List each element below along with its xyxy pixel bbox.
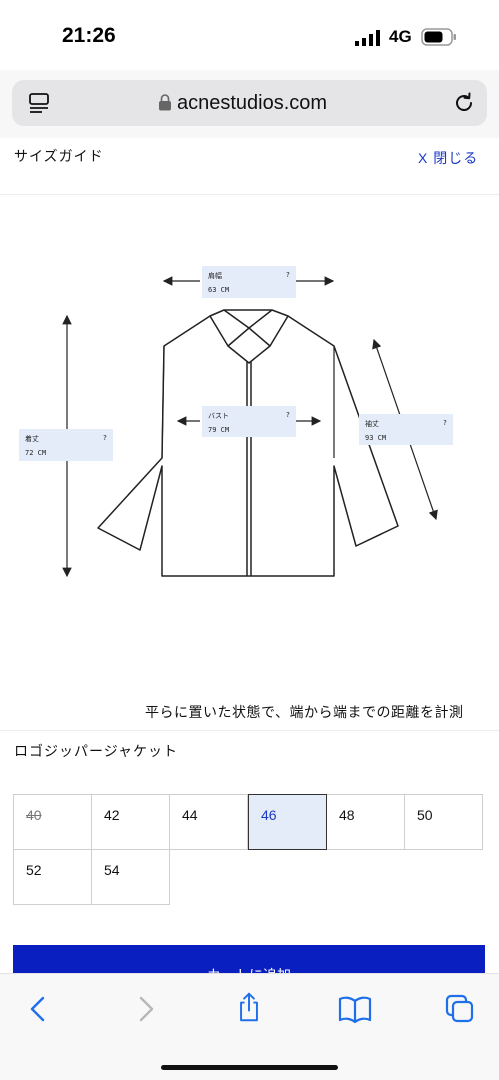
lock-icon — [159, 94, 171, 111]
measurement-caption: 平らに置いた状態で、端から端までの距離を計測 — [145, 704, 464, 720]
size-selector: 40 42 44 46 48 50 52 54 — [13, 794, 484, 906]
size-label: 46 — [261, 807, 277, 823]
tabs-icon[interactable] — [445, 994, 475, 1024]
size-option[interactable]: 48 — [326, 794, 405, 850]
close-button[interactable]: X 閉じる — [418, 148, 478, 168]
product-name: ロゴジッパージャケット — [14, 743, 179, 759]
sleeve-value: 93 CM — [365, 434, 387, 442]
sleeve-label: 袖丈 — [365, 420, 379, 428]
size-label: 48 — [339, 807, 355, 823]
size-label: 42 — [104, 807, 120, 823]
bust-measurement[interactable]: バスト ? 79 CM — [202, 406, 296, 437]
shoulder-value: 63 CM — [208, 286, 230, 294]
size-label: 52 — [26, 862, 42, 878]
help-icon[interactable]: ? — [286, 411, 290, 419]
size-label: 54 — [104, 862, 120, 878]
size-label: 44 — [182, 807, 198, 823]
sleeve-measurement[interactable]: 袖丈 ? 93 CM — [359, 414, 453, 445]
help-icon[interactable]: ? — [286, 271, 290, 279]
size-label: 50 — [417, 807, 433, 823]
size-label: 40 — [26, 807, 42, 823]
reader-mode-icon[interactable] — [28, 92, 50, 114]
bookmarks-icon[interactable] — [338, 994, 372, 1024]
address-bar[interactable]: acnestudios.com — [12, 80, 487, 126]
help-icon[interactable]: ? — [443, 419, 447, 427]
bust-value: 79 CM — [208, 426, 230, 434]
length-label: 着丈 — [25, 435, 39, 443]
size-guide-title: サイズガイド — [14, 148, 104, 164]
size-option[interactable]: 54 — [91, 849, 170, 905]
share-icon[interactable] — [234, 992, 264, 1022]
size-option[interactable]: 52 — [13, 849, 92, 905]
size-option[interactable]: 40 — [13, 794, 92, 850]
reload-icon[interactable] — [452, 91, 476, 115]
status-time: 21:26 — [62, 24, 116, 47]
shoulder-label: 肩幅 — [208, 272, 222, 280]
bust-label: バスト — [208, 412, 229, 420]
size-option[interactable]: 42 — [91, 794, 170, 850]
size-option-selected[interactable]: 46 — [248, 794, 327, 850]
network-type: 4G — [389, 27, 412, 46]
length-value: 72 CM — [25, 449, 47, 457]
home-indicator — [161, 1065, 338, 1070]
signal-icon — [355, 30, 380, 46]
back-icon[interactable] — [23, 994, 53, 1024]
forward-icon[interactable] — [131, 994, 161, 1024]
battery-icon — [421, 28, 456, 46]
shoulder-measurement[interactable]: 肩幅 ? 63 CM — [202, 266, 296, 298]
browser-toolbar — [0, 973, 499, 1080]
garment-diagram: 肩幅 ? 63 CM バスト ? 79 CM 着丈 ? 72 CM 袖丈 ? 9… — [0, 196, 499, 696]
size-option[interactable]: 50 — [404, 794, 483, 850]
help-icon[interactable]: ? — [103, 434, 107, 442]
status-bar: 21:26 4G — [0, 0, 499, 70]
length-measurement[interactable]: 着丈 ? 72 CM — [19, 429, 113, 461]
divider — [0, 194, 499, 195]
size-option[interactable]: 44 — [169, 794, 248, 850]
url-text[interactable]: acnestudios.com — [177, 92, 327, 115]
divider — [0, 730, 499, 731]
add-to-cart-button[interactable]: カートに追加 — [13, 945, 485, 975]
address-bar-area: acnestudios.com — [0, 70, 499, 138]
